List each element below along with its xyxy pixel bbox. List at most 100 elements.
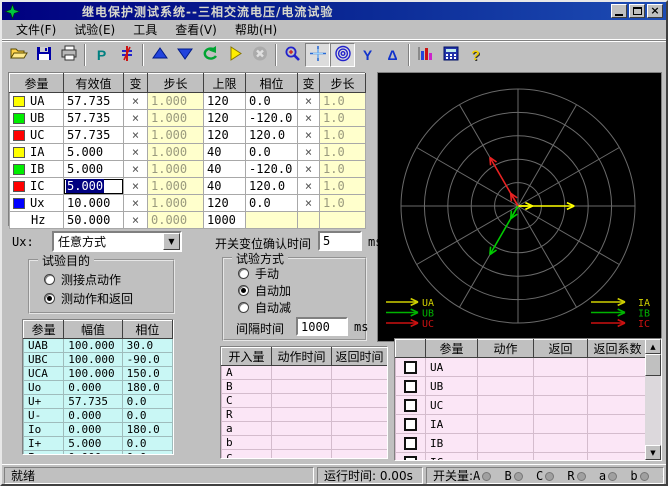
cell-var1-Ux[interactable]: × (124, 195, 148, 212)
bar-graph-button[interactable] (413, 43, 438, 67)
cell-step2-IB[interactable]: 1.0 (320, 161, 366, 178)
checkbox-unchecked-UB[interactable] (404, 380, 417, 393)
cell-step1-Hz[interactable]: 0.000 (148, 212, 204, 229)
open-button[interactable] (6, 43, 31, 67)
cell-step2-UA[interactable]: 1.0 (320, 93, 366, 110)
cell-var2-Hz[interactable] (298, 212, 320, 229)
cell-var1-IB[interactable]: × (124, 161, 148, 178)
cell-step2-IA[interactable]: 1.0 (320, 144, 366, 161)
cell-limit-UA[interactable]: 120 (204, 93, 246, 110)
cell-var1-UC[interactable]: × (124, 127, 148, 144)
radio-option-purpose-1[interactable]: 测动作和返回 (44, 290, 133, 307)
cell-phase-Hz[interactable] (246, 212, 298, 229)
vector-circles-button[interactable] (330, 43, 355, 67)
cell-value-Hz[interactable]: 50.000 (64, 212, 124, 229)
menu-item-1[interactable]: 试验(E) (66, 19, 123, 40)
cell-step2-IC[interactable]: 1.0 (320, 178, 366, 195)
cell-limit-IC[interactable]: 40 (204, 178, 246, 195)
cell-value-IC[interactable]: 5.000 (64, 178, 124, 195)
raise-button[interactable] (147, 43, 172, 67)
cell-limit-UB[interactable]: 120 (204, 110, 246, 127)
scroll-down-button[interactable]: ▼ (645, 445, 661, 460)
checkbox-unchecked-IC[interactable] (404, 456, 417, 462)
menu-item-0[interactable]: 文件(F) (8, 19, 64, 40)
delta-connect-button[interactable]: Δ (380, 43, 405, 67)
save-button[interactable] (31, 43, 56, 67)
checkbox-unchecked-IA[interactable] (404, 418, 417, 431)
menu-item-4[interactable]: 帮助(H) (227, 19, 285, 40)
cell-step2-Hz[interactable] (320, 212, 366, 229)
cell-var1-UB[interactable]: × (124, 110, 148, 127)
cell-value-UC[interactable]: 57.735 (64, 127, 124, 144)
cell-step1-Ux[interactable]: 1.000 (148, 195, 204, 212)
checkbox-unchecked-IB[interactable] (404, 437, 417, 450)
cell-var2-IA[interactable]: × (298, 144, 320, 161)
cell-step1-UA[interactable]: 1.000 (148, 93, 204, 110)
cell-var2-UA[interactable]: × (298, 93, 320, 110)
cell-phase-UA[interactable]: 0.0 (246, 93, 298, 110)
value-edit-box[interactable]: 5.000 (64, 179, 123, 194)
cell-phase-IC[interactable]: 120.0 (246, 178, 298, 195)
cell-value-UA[interactable]: 57.735 (64, 93, 124, 110)
y-connect-button[interactable]: Y (355, 43, 380, 67)
radio-option-mode-2[interactable]: 自动减 (238, 299, 291, 316)
cell-limit-IB[interactable]: 40 (204, 161, 246, 178)
vertical-scrollbar[interactable]: ▲▼ (645, 339, 661, 460)
cell-var2-IB[interactable]: × (298, 161, 320, 178)
radio-selected[interactable] (238, 285, 249, 296)
cell-step1-UC[interactable]: 1.000 (148, 127, 204, 144)
close-button[interactable]: × (647, 4, 663, 18)
zoom-button[interactable] (280, 43, 305, 67)
cell-var1-IA[interactable]: × (124, 144, 148, 161)
help-button[interactable]: ? (463, 43, 488, 67)
undo-button[interactable] (197, 43, 222, 67)
cell-var1-Hz[interactable]: × (124, 212, 148, 229)
menu-item-3[interactable]: 查看(V) (167, 19, 225, 40)
cell-step2-Ux[interactable]: 1.0 (320, 195, 366, 212)
cell-value-Ux[interactable]: 10.000 (64, 195, 124, 212)
cell-step1-IC[interactable]: 1.000 (148, 178, 204, 195)
calculator-button[interactable] (438, 43, 463, 67)
cell-step1-IB[interactable]: 1.000 (148, 161, 204, 178)
cell-limit-Hz[interactable]: 1000 (204, 212, 246, 229)
radio-unselected[interactable] (44, 274, 55, 285)
checkbox-unchecked-UC[interactable] (404, 399, 417, 412)
ux-mode-combobox[interactable]: 任意方式 ▼ (52, 231, 182, 252)
cell-phase-IB[interactable]: -120.0 (246, 161, 298, 178)
scroll-up-button[interactable]: ▲ (645, 339, 661, 354)
cell-var2-UC[interactable]: × (298, 127, 320, 144)
radio-option-mode-1[interactable]: 自动加 (238, 282, 291, 299)
minimize-button[interactable] (611, 4, 627, 18)
radio-option-purpose-0[interactable]: 测接点动作 (44, 271, 121, 288)
cell-limit-UC[interactable]: 120 (204, 127, 246, 144)
cell-step1-UB[interactable]: 1.000 (148, 110, 204, 127)
start-button[interactable] (222, 43, 247, 67)
interval-input[interactable]: 1000 (296, 317, 348, 336)
cell-var2-UB[interactable]: × (298, 110, 320, 127)
print-button[interactable] (56, 43, 81, 67)
cell-value-UB[interactable]: 57.735 (64, 110, 124, 127)
cell-step1-IA[interactable]: 1.000 (148, 144, 204, 161)
checkbox-unchecked-UA[interactable] (404, 361, 417, 374)
maximize-button[interactable] (629, 4, 645, 18)
lower-button[interactable] (172, 43, 197, 67)
scroll-track[interactable] (645, 376, 661, 445)
cell-phase-IA[interactable]: 0.0 (246, 144, 298, 161)
radio-selected[interactable] (44, 293, 55, 304)
cell-phase-Ux[interactable]: 0.0 (246, 195, 298, 212)
cell-step2-UC[interactable]: 1.0 (320, 127, 366, 144)
cell-limit-Ux[interactable]: 120 (204, 195, 246, 212)
cell-var2-IC[interactable]: × (298, 178, 320, 195)
cell-value-IA[interactable]: 5.000 (64, 144, 124, 161)
menu-item-2[interactable]: 工具 (125, 19, 165, 40)
cell-phase-UC[interactable]: 120.0 (246, 127, 298, 144)
cell-var2-Ux[interactable]: × (298, 195, 320, 212)
radio-option-mode-0[interactable]: 手动 (238, 265, 279, 282)
cell-var1-IC[interactable]: × (124, 178, 148, 195)
radio-unselected[interactable] (238, 268, 249, 279)
chevron-down-icon[interactable]: ▼ (163, 233, 180, 250)
crosshair-button[interactable] (305, 43, 330, 67)
p-setting-button[interactable]: P (89, 43, 114, 67)
harmonic-button[interactable] (114, 43, 139, 67)
cell-limit-IA[interactable]: 40 (204, 144, 246, 161)
